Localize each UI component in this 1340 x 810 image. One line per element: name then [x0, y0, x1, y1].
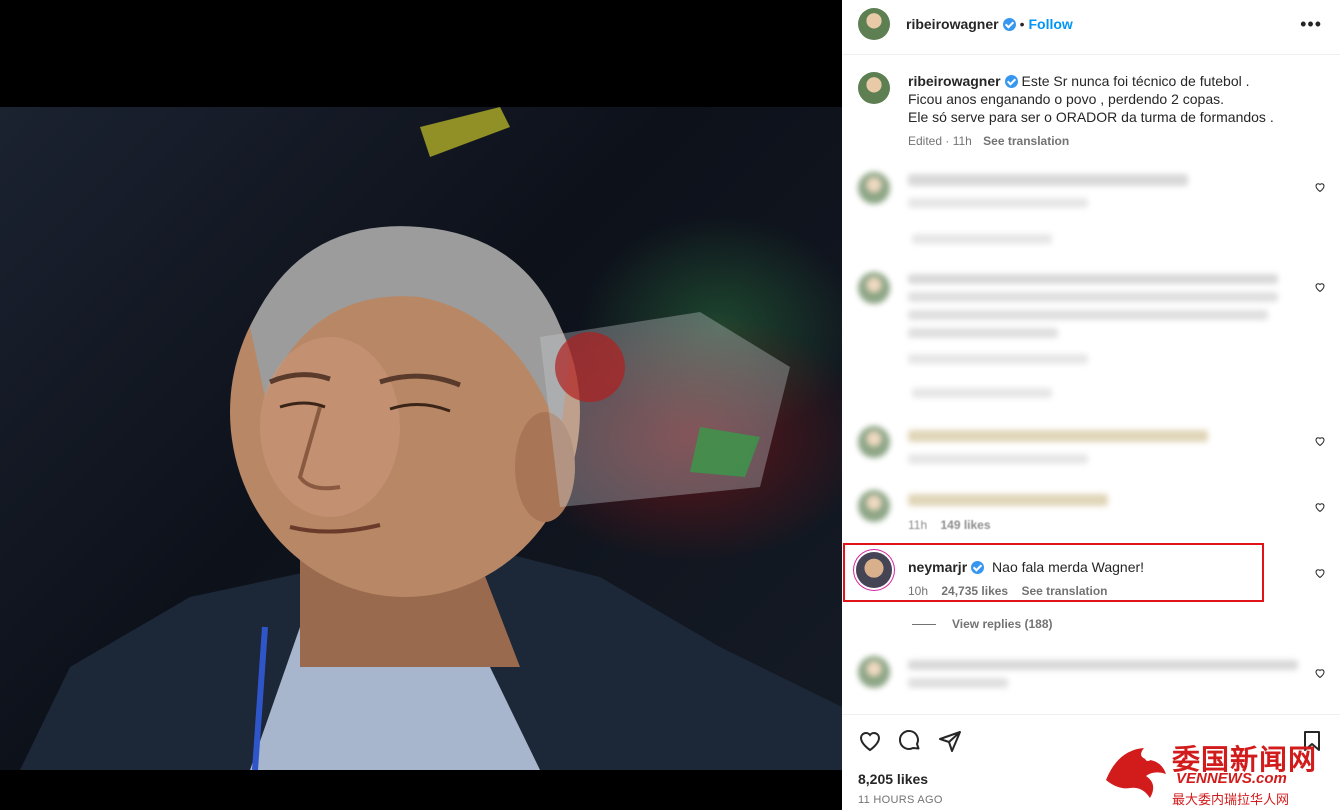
dot-separator: •	[1019, 16, 1025, 32]
dragon-logo-icon	[1106, 748, 1166, 798]
comment-neymarjr: neymarjr Nao fala merda Wagner! 10h 24,7…	[842, 548, 1340, 598]
author-avatar[interactable]	[858, 8, 890, 40]
watermark-subtitle: 最大委内瑞拉华人网	[1172, 792, 1290, 807]
post-photo[interactable]	[0, 107, 842, 770]
like-comment-heart-icon[interactable]	[1314, 566, 1326, 579]
photo-illustration	[20, 107, 842, 770]
watermark-domain: VENNEWS.com	[1176, 770, 1287, 787]
blurred-comment	[842, 424, 1340, 474]
vennews-watermark: 委国新闻网 VENNEWS.com 最大委内瑞拉华人网	[1100, 738, 1340, 810]
partial-comment-likes: 149 likes	[940, 518, 991, 532]
post-header: ribeirowagner • Follow •••	[842, 0, 1340, 55]
caption-line-3: Ele só serve para ser o ORADOR da turma …	[908, 109, 1274, 125]
comment-username[interactable]: neymarjr	[908, 559, 967, 575]
comment-bubble-icon[interactable]	[898, 729, 922, 753]
like-heart-icon[interactable]	[858, 729, 882, 753]
like-comment-heart-icon[interactable]	[1314, 666, 1326, 679]
author-line: ribeirowagner • Follow	[906, 16, 1073, 34]
see-translation-link[interactable]: See translation	[983, 134, 1069, 148]
caption-username[interactable]: ribeirowagner	[908, 73, 1001, 89]
post-side-panel: ribeirowagner • Follow ••• ribeirowagner E…	[842, 0, 1340, 810]
more-options-icon[interactable]: •••	[1300, 14, 1322, 35]
verified-icon	[1004, 75, 1018, 88]
view-replies-button[interactable]: View replies (188)	[912, 617, 1053, 631]
follow-button[interactable]: Follow	[1029, 16, 1073, 32]
blurred-comment	[842, 650, 1340, 710]
comment-avatar	[858, 656, 890, 688]
comment-avatar	[858, 490, 890, 522]
blurred-comment	[842, 268, 1340, 408]
comment-avatar	[858, 426, 890, 458]
like-comment-heart-icon[interactable]	[1314, 500, 1326, 513]
verified-icon	[971, 561, 985, 574]
caption-line-2: Ficou anos enganando o povo , perdendo 2…	[908, 91, 1225, 107]
partial-comment-time: 11h	[908, 518, 928, 532]
caption-edited: Edited · 11h	[908, 134, 972, 148]
like-comment-heart-icon[interactable]	[1314, 180, 1326, 193]
post-likes[interactable]: 8,205 likes	[858, 771, 928, 787]
post-media[interactable]	[0, 0, 842, 810]
comment-body: neymarjr Nao fala merda Wagner!	[908, 559, 1144, 575]
verified-icon	[1002, 18, 1016, 31]
comment-avatar	[858, 272, 890, 304]
comment-text: Nao fala merda Wagner!	[992, 559, 1145, 575]
comment-avatar	[858, 172, 890, 204]
comment-likes[interactable]: 24,735 likes	[941, 584, 1008, 598]
like-comment-heart-icon[interactable]	[1314, 280, 1326, 293]
caption: ribeirowagner Este Sr nunca foi técnico …	[908, 72, 1308, 150]
neymarjr-avatar[interactable]	[856, 552, 892, 588]
caption-line-1: Este Sr nunca foi técnico de futebol .	[1021, 73, 1250, 89]
partial-comment-meta: 11h 149 likes	[908, 518, 991, 532]
comment-meta: 10h 24,735 likes See translation	[908, 584, 1107, 598]
comment-time: 10h	[908, 584, 929, 598]
author-username[interactable]: ribeirowagner	[906, 16, 999, 32]
like-comment-heart-icon[interactable]	[1314, 434, 1326, 447]
share-send-icon[interactable]	[938, 729, 962, 753]
caption-avatar[interactable]	[858, 72, 890, 104]
comment-see-translation[interactable]: See translation	[1021, 584, 1107, 598]
blurred-comment	[842, 168, 1340, 248]
caption-meta: Edited · 11h See translation	[908, 132, 1308, 150]
post-time: 11 HOURS AGO	[858, 794, 943, 806]
